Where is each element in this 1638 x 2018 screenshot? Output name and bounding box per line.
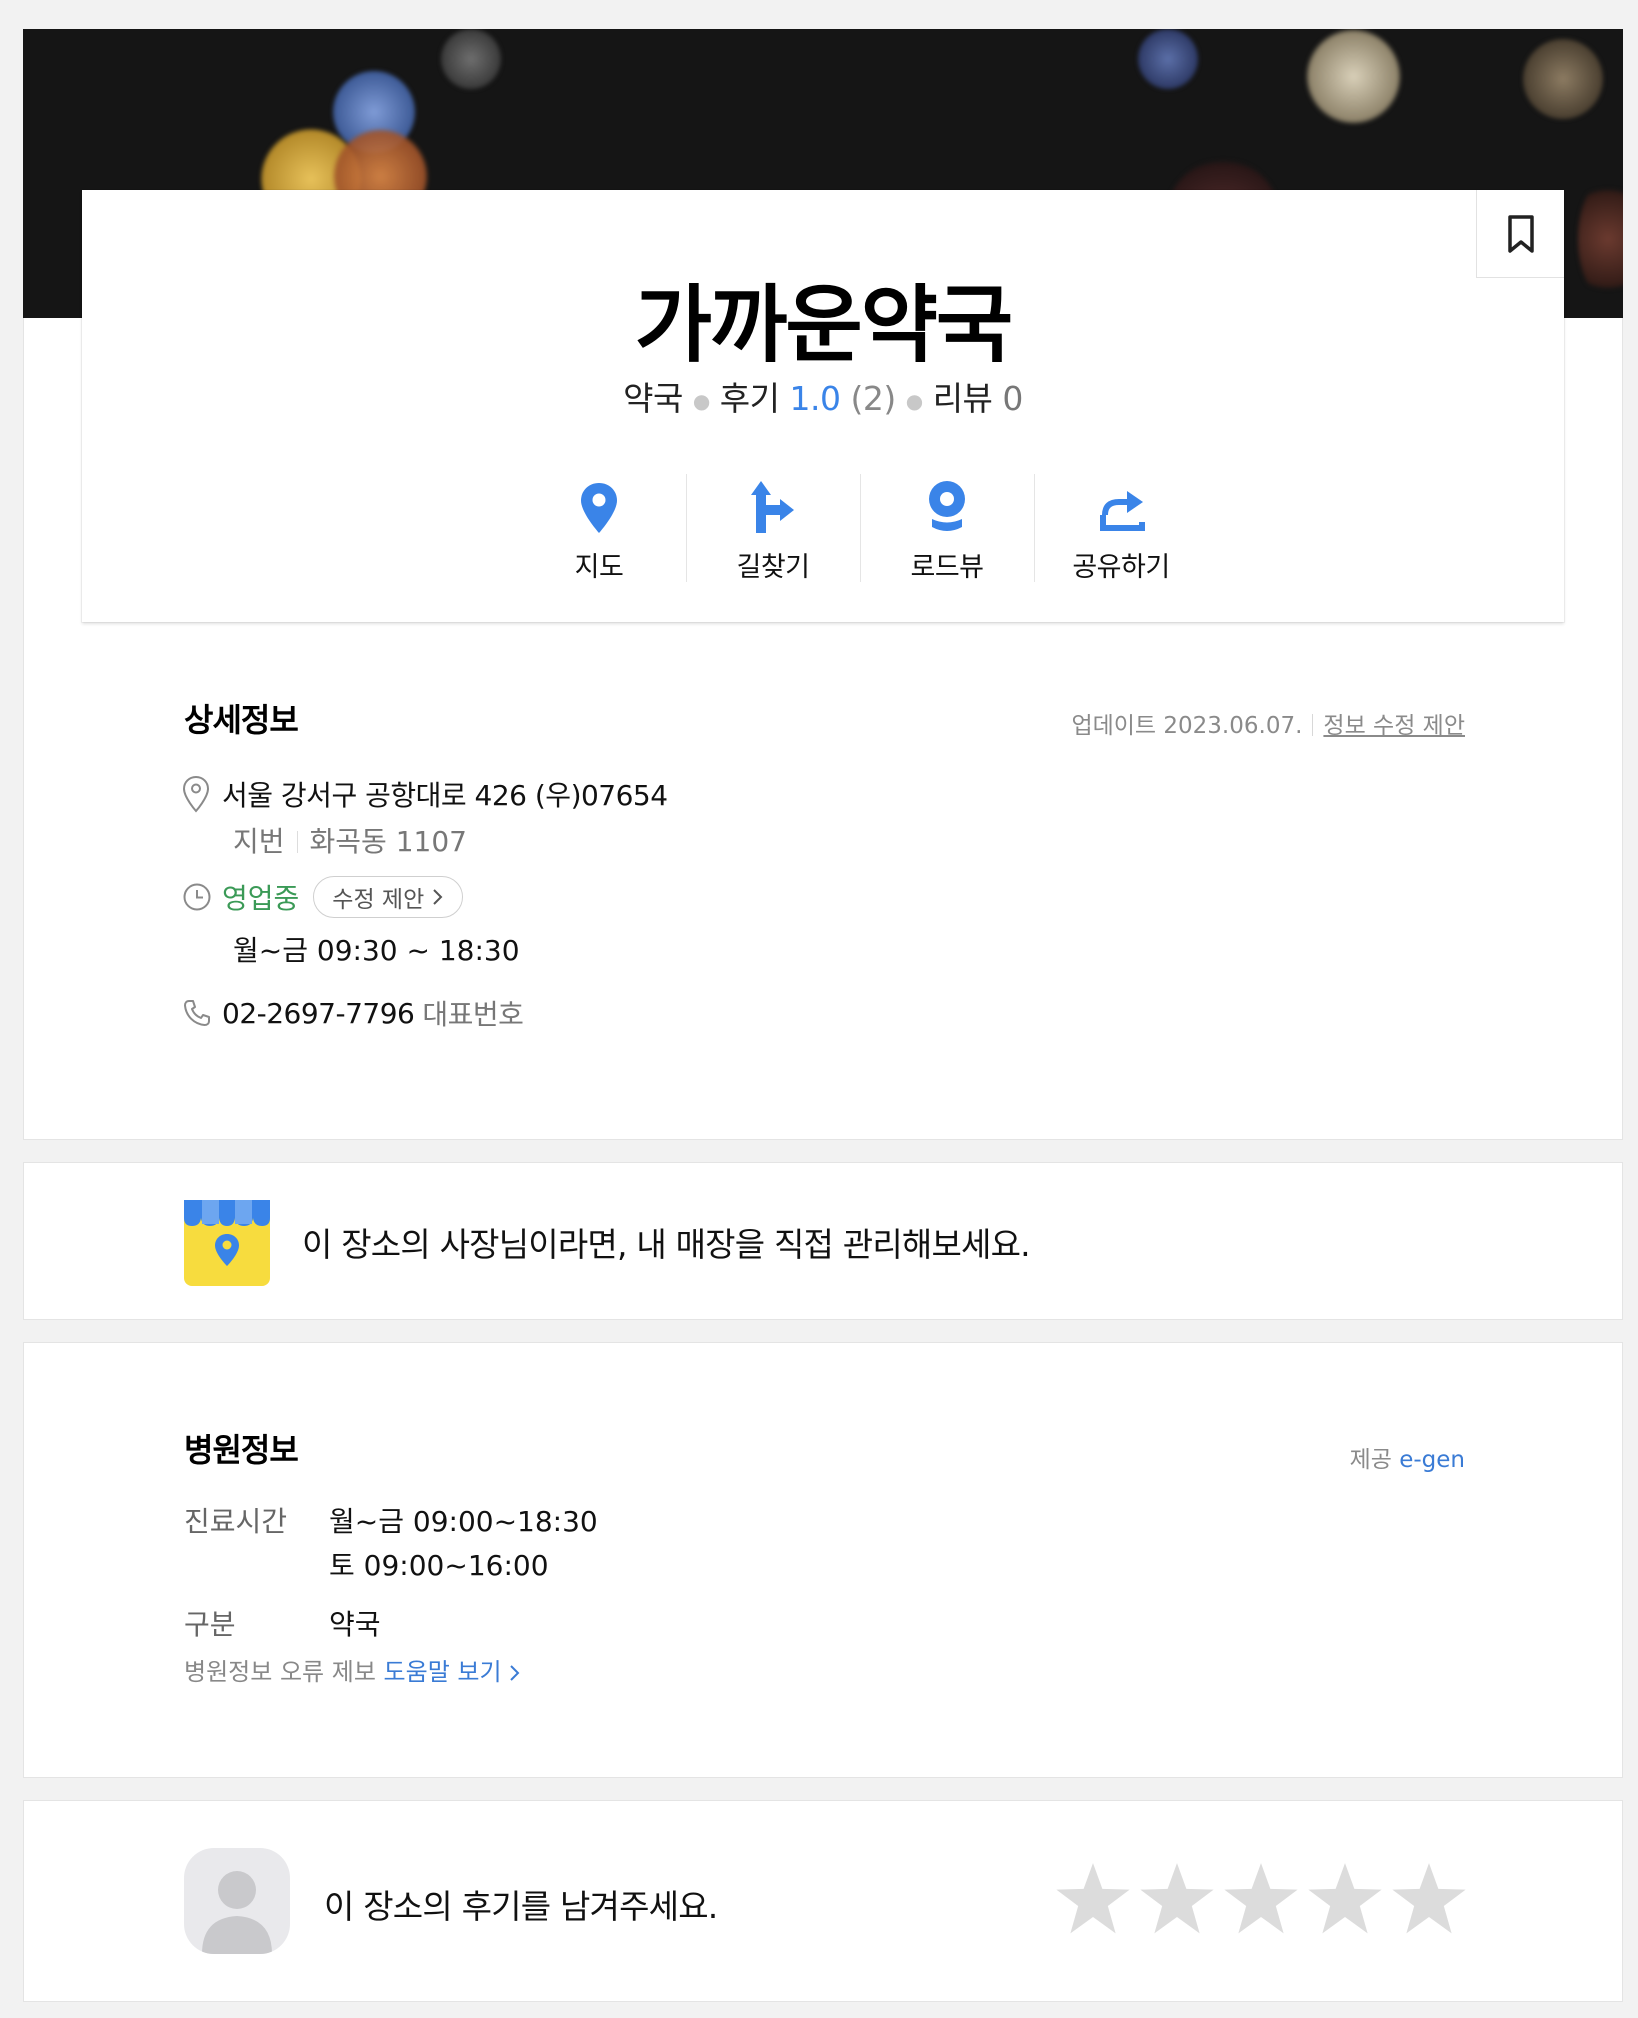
hospital-title: 병원정보 [184, 1431, 299, 1469]
address-row: 서울 강서구 공항대로 426 (우)07654 [182, 774, 668, 814]
review-count: (2) [850, 379, 896, 418]
star-icon[interactable] [1222, 1860, 1300, 1938]
directions-button[interactable]: 길찾기 [686, 474, 860, 584]
store-icon [184, 1200, 270, 1286]
provider-label: 제공 [1349, 1447, 1392, 1473]
clock-icon [183, 883, 211, 911]
star-icon[interactable] [1390, 1860, 1468, 1938]
star-icon[interactable] [1054, 1860, 1132, 1938]
user-icon [202, 1871, 272, 1954]
category: 약국 [623, 379, 683, 418]
jibun-row: 지번 화곡동 1107 [233, 820, 467, 860]
roadview-icon [929, 481, 965, 531]
avatar [184, 1848, 290, 1954]
type-label: 구분 [184, 1608, 236, 1641]
business-hours: 월~금 09:30 ~ 18:30 [233, 934, 520, 967]
review-link[interactable]: 후기 1.0 (2) [720, 379, 896, 418]
share-icon [1100, 491, 1145, 531]
bookmark-icon [1507, 214, 1534, 253]
hours-suggest-label: 수정 제안 [332, 887, 425, 913]
star-icon[interactable] [1138, 1860, 1216, 1938]
directions-label: 길찾기 [736, 552, 810, 583]
update-info: 업데이트 2023.06.07. 정보 수정 제안 [1071, 706, 1465, 740]
blog-review-count: 0 [1002, 379, 1023, 418]
place-card: 가까운약국 약국 ● 후기 1.0 (2) ● 리뷰 0 지도 길찾기 로드뷰 … [82, 190, 1564, 622]
map-label: 지도 [574, 552, 624, 583]
place-meta: 약국 ● 후기 1.0 (2) ● 리뷰 0 [623, 379, 1024, 418]
blog-review-label: 리뷰 [932, 379, 993, 418]
place-name: 가까운약국 [634, 278, 1013, 372]
phone-label: 대표번호 [422, 998, 524, 1031]
provider-name[interactable]: e-gen [1399, 1447, 1465, 1473]
roadview-button[interactable]: 로드뷰 [860, 474, 1034, 584]
phone-icon [184, 1000, 210, 1026]
provider: 제공 e-gen [1350, 1440, 1465, 1474]
phone-number[interactable]: 02-2697-7796 [222, 997, 415, 1030]
report-row: 병원정보 오류 제보 도움말 보기 [184, 1652, 520, 1687]
hospital-section [23, 1342, 1623, 1778]
review-score: 1.0 [789, 379, 841, 418]
report-text: 병원정보 오류 제보 [184, 1658, 376, 1686]
directions-icon [751, 481, 794, 533]
share-button[interactable]: 공유하기 [1034, 474, 1208, 584]
owner-message: 이 장소의 사장님이라면, 내 매장을 직접 관리해보세요. [302, 1225, 1031, 1264]
share-label: 공유하기 [1072, 552, 1170, 583]
help-link[interactable]: 도움말 보기 [384, 1658, 521, 1686]
action-bar: 지도 길찾기 로드뷰 공유하기 [512, 474, 1208, 584]
phone-row: 02-2697-7796 대표번호 [182, 993, 524, 1033]
open-status: 영업중 [222, 882, 300, 915]
location-icon [182, 775, 210, 813]
review-label: 후기 [719, 379, 780, 418]
star-icon[interactable] [1306, 1860, 1384, 1938]
map-pin-icon [581, 483, 617, 533]
address: 서울 강서구 공항대로 426 (우)07654 [222, 779, 668, 812]
type-value: 약국 [329, 1608, 381, 1641]
rating-stars [1054, 1860, 1468, 1938]
review-prompt: 이 장소의 후기를 남겨주세요. [324, 1887, 718, 1926]
detail-title: 상세정보 [184, 701, 299, 739]
suggest-edit-link[interactable]: 정보 수정 제안 [1323, 713, 1465, 739]
hours-suggest-button[interactable]: 수정 제안 [313, 876, 463, 918]
roadview-label: 로드뷰 [910, 552, 984, 583]
chevron-right-icon [510, 1665, 520, 1681]
jibun-address: 화곡동 1107 [309, 825, 467, 858]
chevron-right-icon [432, 889, 442, 905]
hours-row: 영업중 수정 제안 [182, 876, 463, 918]
map-button[interactable]: 지도 [512, 474, 686, 584]
help-link-label: 도움말 보기 [383, 1658, 502, 1686]
update-date: 업데이트 2023.06.07. [1071, 713, 1303, 739]
clinic-hours-weekday: 월~금 09:00~18:30 [329, 1505, 598, 1538]
clinic-hours-saturday: 토 09:00~16:00 [329, 1549, 549, 1582]
blog-review-link[interactable]: 리뷰 0 [932, 379, 1024, 418]
jibun-label: 지번 [233, 825, 285, 858]
hours-label: 진료시간 [184, 1505, 288, 1538]
